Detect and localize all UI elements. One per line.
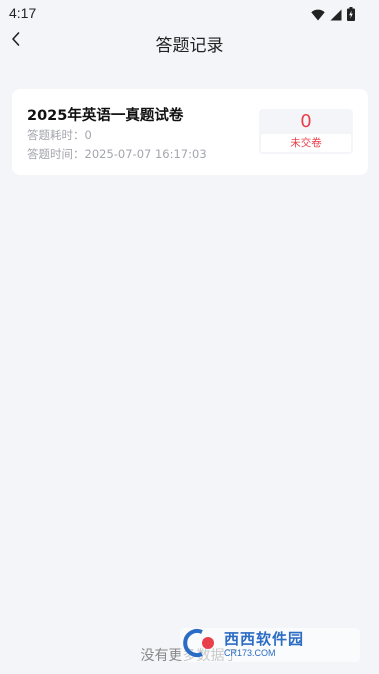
- answer-duration: 答题耗时：0: [27, 128, 92, 142]
- battery-charging-icon: [347, 6, 355, 25]
- score-value: 0: [300, 111, 312, 132]
- watermark-url: CR173.COM: [224, 648, 276, 658]
- page-title: 答题记录: [155, 36, 224, 56]
- answer-time: 答题时间：2025-07-07 16:17:03: [27, 147, 207, 161]
- exam-title: 2025年英语一真题试卷: [27, 108, 184, 124]
- status-icons: [311, 6, 355, 25]
- submission-status-badge: 未交卷: [261, 134, 351, 152]
- nav-bar: 答题记录: [0, 26, 379, 58]
- status-bar: 4:17: [0, 0, 379, 26]
- watermark-c-icon: [180, 628, 220, 662]
- watermark-logo: 西西软件园 CR173.COM: [180, 628, 360, 662]
- record-card[interactable]: 2025年英语一真题试卷 答题耗时：0 答题时间：2025-07-07 16:1…: [12, 89, 368, 175]
- wifi-icon: [311, 6, 325, 25]
- watermark-brand: 西西软件园: [224, 630, 305, 648]
- score-box: 0 未交卷: [259, 109, 353, 154]
- status-time: 4:17: [9, 5, 37, 21]
- cellular-signal-icon: [330, 6, 342, 25]
